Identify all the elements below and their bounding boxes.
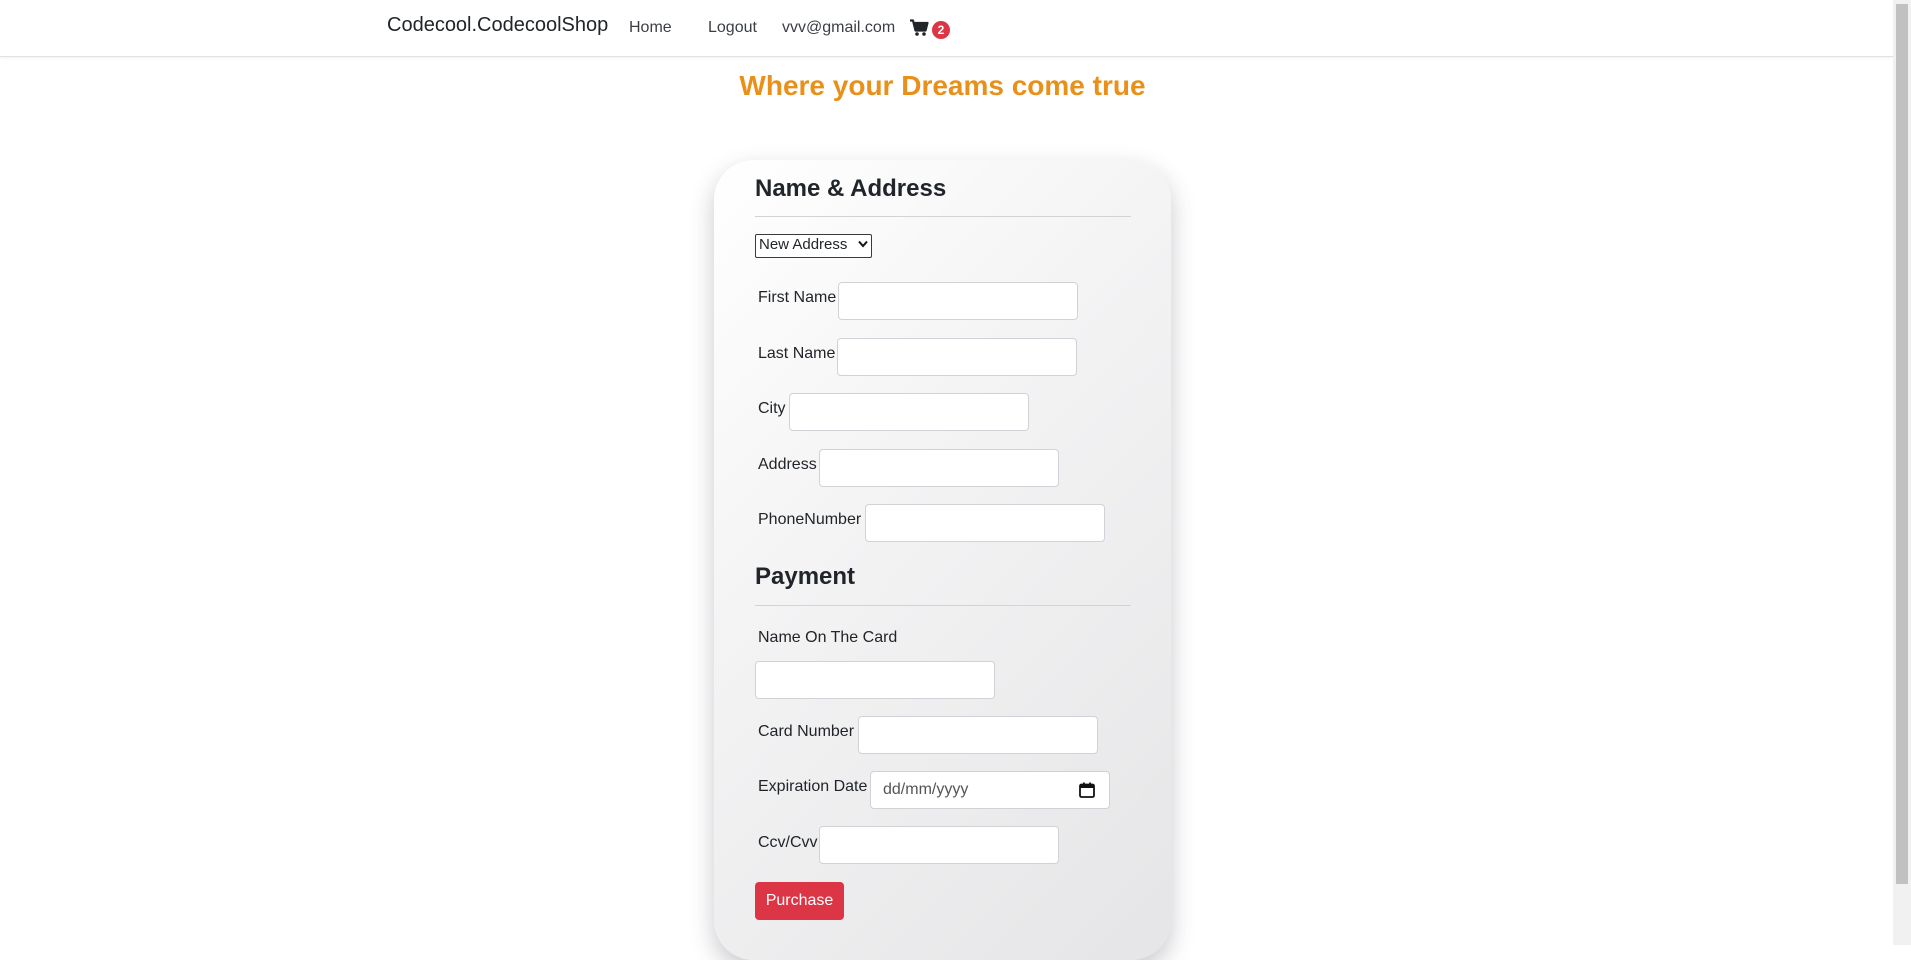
nav-logout-link[interactable]: Logout [708, 19, 757, 37]
address-input[interactable] [819, 449, 1059, 487]
cart-button[interactable]: 2 [909, 17, 953, 41]
address-section-title: Name & Address [755, 175, 947, 202]
expiration-date-input[interactable]: dd/mm/yyyy [870, 771, 1110, 809]
expiration-date-label: Expiration Date [758, 778, 868, 795]
cvv-label: Ccv/Cvv [758, 834, 818, 851]
address-divider [755, 216, 1131, 217]
phone-number-label: PhoneNumber [758, 511, 862, 528]
payment-section-title: Payment [755, 563, 856, 590]
address-label: Address [758, 456, 817, 473]
nav-home-link[interactable]: Home [629, 19, 672, 37]
name-on-card-label: Name On The Card [758, 629, 898, 646]
page-tagline: Where your Dreams come true [739, 70, 1146, 101]
page-scrollbar[interactable] [1893, 0, 1911, 945]
calendar-icon[interactable] [1079, 782, 1095, 798]
cvv-input[interactable] [819, 826, 1059, 864]
scrollbar-thumb[interactable] [1896, 4, 1908, 884]
card-number-label: Card Number [758, 723, 855, 740]
brand-link[interactable]: Codecool.CodecoolShop [387, 14, 608, 37]
cart-count-badge: 2 [932, 21, 950, 39]
phone-number-input[interactable] [865, 504, 1105, 542]
expiration-date-placeholder: dd/mm/yyyy [883, 781, 969, 798]
shopping-cart-icon [910, 19, 929, 36]
payment-divider [755, 605, 1131, 606]
first-name-label: First Name [758, 289, 837, 306]
user-email-link[interactable]: vvv@gmail.com [782, 19, 895, 37]
chevron-down-icon [858, 240, 868, 248]
address-select[interactable]: New Address [755, 234, 872, 258]
first-name-input[interactable] [838, 282, 1078, 320]
city-label: City [758, 400, 786, 417]
address-select-value: New Address [759, 236, 848, 253]
card-number-input[interactable] [858, 716, 1098, 754]
city-input[interactable] [789, 393, 1029, 431]
purchase-button[interactable]: Purchase [755, 882, 844, 920]
top-navbar: Codecool.CodecoolShop Home Logout vvv@gm… [0, 0, 1893, 57]
last-name-label: Last Name [758, 345, 836, 362]
name-on-card-input[interactable] [755, 661, 995, 699]
last-name-input[interactable] [837, 338, 1077, 376]
